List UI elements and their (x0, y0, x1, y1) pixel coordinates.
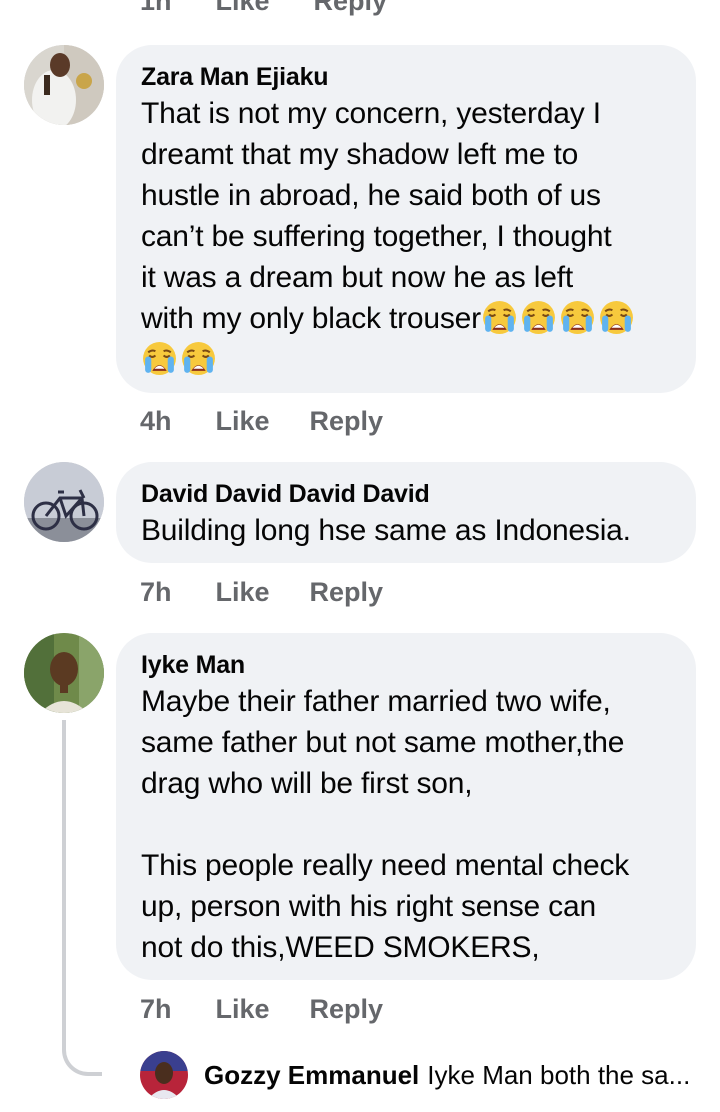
comment-text: That is not my concern, yesterday I drea… (141, 93, 672, 380)
reply-author[interactable]: Gozzy Emmanuel (204, 1060, 419, 1091)
reply-preview[interactable]: Gozzy Emmanuel Iyke Man both the sa... (140, 1050, 690, 1100)
comment-text-line: with my only black trouser (141, 302, 481, 335)
like-link[interactable]: Like (216, 994, 270, 1025)
avatar-photo (24, 633, 104, 713)
comment-text-line: That is not my concern, yesterday I (141, 97, 601, 130)
comment-bubble: David David David David Building long hs… (116, 462, 696, 563)
avatar[interactable] (140, 1051, 188, 1099)
comment-author[interactable]: Iyke Man (141, 649, 672, 681)
comment-actions: 7h Like Reply (140, 992, 383, 1026)
like-link[interactable]: Like (216, 0, 270, 16)
avatar[interactable] (24, 633, 104, 713)
reply-link[interactable]: Reply (310, 994, 384, 1025)
comment-text-line: dreamt that my shadow left me to (141, 138, 579, 171)
avatar[interactable] (24, 462, 104, 542)
comment-time: 1h (140, 0, 172, 16)
comment-author[interactable]: David David David David (141, 478, 672, 510)
comment-bubble: Zara Man Ejiaku That is not my concern, … (116, 45, 696, 393)
reply-link[interactable]: Reply (314, 0, 388, 16)
comment-time[interactable]: 4h (140, 406, 172, 437)
avatar-photo (24, 45, 104, 125)
comment-author[interactable]: Zara Man Ejiaku (141, 61, 672, 93)
comment-bubble: Iyke Man Maybe their father married two … (116, 633, 696, 980)
comment-text: Building long hse same as Indonesia. (141, 514, 631, 547)
like-link[interactable]: Like (216, 406, 270, 437)
avatar-photo (140, 1051, 188, 1099)
loudly-crying-face-icon (141, 340, 178, 377)
comment-text-line: it was a dream but now he as left (141, 261, 573, 294)
emoji-group (481, 299, 637, 336)
previous-comment-actions: 1h Like Reply (140, 0, 387, 16)
comment-time[interactable]: 7h (140, 577, 172, 608)
loudly-crying-face-icon (180, 340, 217, 377)
comment-paragraph: This people really need mental check up,… (141, 849, 630, 964)
comment-paragraph: Maybe their father married two wife, sam… (141, 685, 625, 800)
reply-thread-line (62, 720, 102, 1076)
comment-text-line: can’t be suffering together, I thought (141, 220, 612, 253)
comment-text-line: hustle in abroad, he said both of us (141, 179, 601, 212)
comment-time[interactable]: 7h (140, 994, 172, 1025)
loudly-crying-face-icon (598, 299, 635, 336)
reply-link[interactable]: Reply (310, 577, 384, 608)
reply-link[interactable]: Reply (310, 406, 384, 437)
bicycle-photo (24, 462, 104, 542)
loudly-crying-face-icon (481, 299, 518, 336)
comment-text: Maybe their father married two wife, sam… (141, 681, 672, 968)
loudly-crying-face-icon (520, 299, 557, 336)
like-link[interactable]: Like (216, 577, 270, 608)
avatar[interactable] (24, 45, 104, 125)
comment-actions: 7h Like Reply (140, 575, 383, 609)
reply-snippet: Iyke Man both the sa... (427, 1059, 691, 1090)
loudly-crying-face-icon (559, 299, 596, 336)
comment-actions: 4h Like Reply (140, 404, 383, 438)
emoji-group (141, 340, 219, 377)
